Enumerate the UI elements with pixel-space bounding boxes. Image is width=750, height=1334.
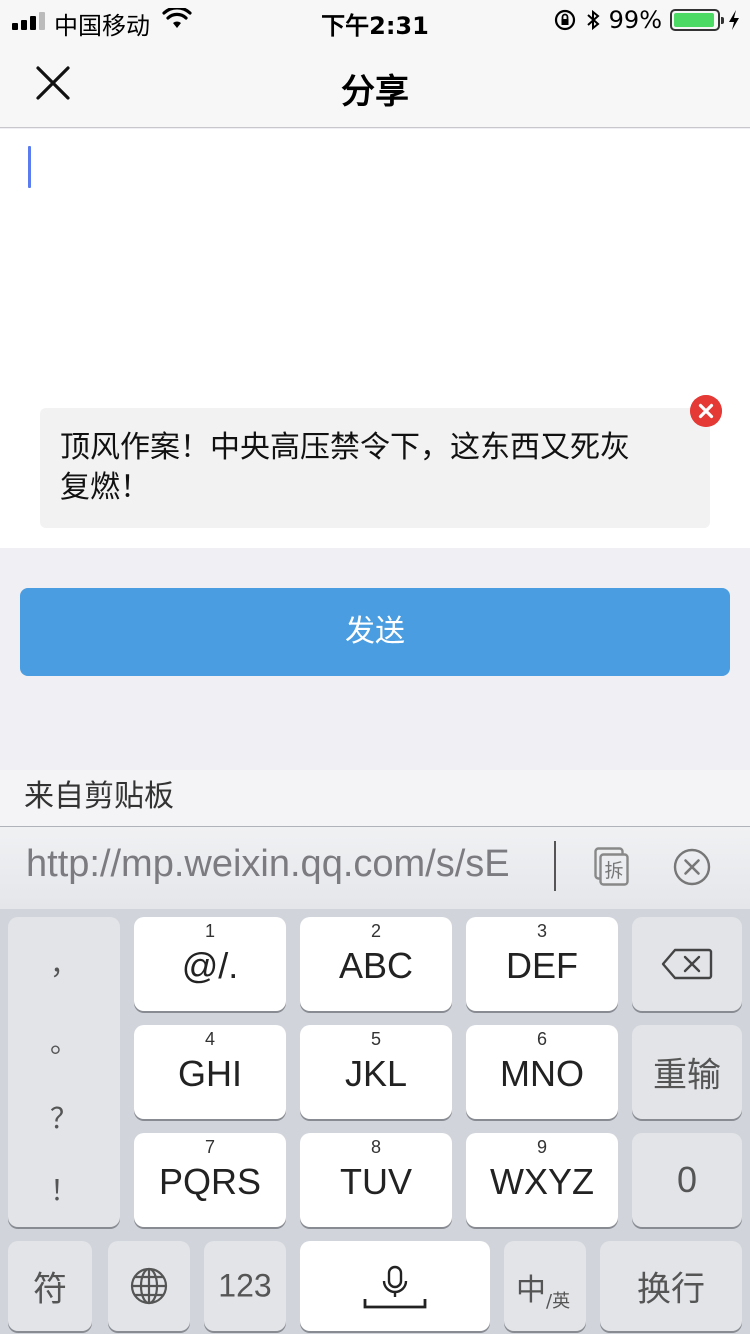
key-9[interactable]: 9 WXYZ bbox=[466, 1133, 618, 1227]
language-switch-key[interactable]: 中 /英 bbox=[504, 1241, 586, 1331]
microphone-icon bbox=[363, 1265, 427, 1309]
key-5[interactable]: 5 JKL bbox=[300, 1025, 452, 1119]
remove-attachment-icon[interactable] bbox=[690, 395, 722, 427]
key-2[interactable]: 2 ABC bbox=[300, 917, 452, 1011]
key-7[interactable]: 7 PQRS bbox=[134, 1133, 286, 1227]
numbers-key[interactable]: 123 bbox=[204, 1241, 286, 1331]
delete-key[interactable] bbox=[632, 917, 742, 1011]
clipboard-suggestion-bar: http://mp.weixin.qq.com/s/sE 拆 bbox=[0, 827, 750, 909]
charging-icon bbox=[729, 10, 739, 30]
return-key[interactable]: 换行 bbox=[600, 1241, 742, 1331]
split-icon[interactable]: 拆 bbox=[594, 847, 630, 887]
battery-icon bbox=[670, 9, 724, 31]
send-button[interactable]: 发送 bbox=[20, 588, 730, 676]
page-title: 分享 bbox=[341, 72, 409, 112]
status-bar: 中国移动 下午2:31 99% bbox=[0, 0, 750, 40]
backspace-icon bbox=[661, 948, 713, 980]
text-cursor bbox=[28, 146, 31, 188]
punctuation-column[interactable]: ， 。 ？ ！ bbox=[8, 917, 120, 1227]
nav-bar: 分享 bbox=[0, 40, 750, 128]
clipboard-url[interactable]: http://mp.weixin.qq.com/s/sE bbox=[26, 843, 556, 893]
compose-area[interactable]: 顶风作案！中央高压禁令下，这东西又死灰复燃！ bbox=[0, 129, 750, 548]
url-cursor bbox=[554, 841, 556, 891]
clipboard-label: 来自剪贴板 bbox=[0, 770, 750, 826]
key-6[interactable]: 6 MNO bbox=[466, 1025, 618, 1119]
reenter-key[interactable]: 重输 bbox=[632, 1025, 742, 1119]
symbol-key[interactable]: 符 bbox=[8, 1241, 92, 1331]
shared-article-preview: 顶风作案！中央高压禁令下，这东西又死灰复燃！ bbox=[40, 408, 710, 528]
punct-comma[interactable]: ， bbox=[8, 943, 120, 983]
globe-icon bbox=[130, 1267, 168, 1305]
key-8[interactable]: 8 TUV bbox=[300, 1133, 452, 1227]
orientation-lock-icon bbox=[554, 9, 575, 31]
battery-percent: 99% bbox=[608, 6, 662, 34]
split-icon-glyph: 拆 bbox=[604, 860, 623, 882]
globe-key[interactable] bbox=[108, 1241, 190, 1331]
key-3[interactable]: 3 DEF bbox=[466, 917, 618, 1011]
voice-space-key[interactable] bbox=[300, 1241, 490, 1331]
key-4[interactable]: 4 GHI bbox=[134, 1025, 286, 1119]
article-title: 顶风作案！中央高压禁令下，这东西又死灰复燃！ bbox=[60, 430, 630, 505]
key-0[interactable]: 0 bbox=[632, 1133, 742, 1227]
bluetooth-icon bbox=[586, 9, 600, 31]
clear-icon[interactable] bbox=[672, 847, 712, 887]
punct-question[interactable]: ？ bbox=[8, 1097, 120, 1137]
keyboard: http://mp.weixin.qq.com/s/sE 拆 ， 。 ？ ！ 1… bbox=[0, 826, 750, 1334]
punct-exclaim[interactable]: ！ bbox=[8, 1169, 120, 1209]
punct-period[interactable]: 。 bbox=[8, 1021, 120, 1061]
key-1[interactable]: 1 @/. bbox=[134, 917, 286, 1011]
